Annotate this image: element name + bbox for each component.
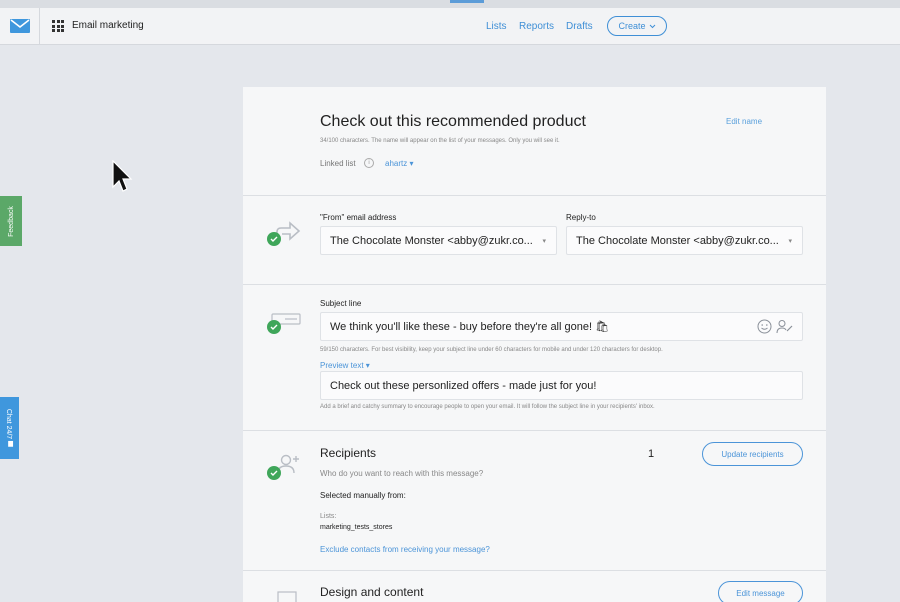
subject-hint: 59/150 characters. For best visibility, … <box>320 347 663 353</box>
chevron-down-icon <box>649 24 655 28</box>
reply-to-select[interactable]: The Chocolate Monster <abby@zukr.co... ▾ <box>566 226 803 255</box>
linked-list-label: Linked list <box>320 159 356 168</box>
subject-label: Subject line <box>320 299 362 308</box>
design-title: Design and content <box>320 585 424 599</box>
app-name: Email marketing <box>72 20 144 31</box>
emoji-icon[interactable] <box>757 319 772 334</box>
cursor-arrow-icon <box>112 160 133 192</box>
recipients-subtitle: Who do you want to reach with this messa… <box>320 469 484 478</box>
from-value: The Chocolate Monster <abby@zukr.co... <box>330 234 533 247</box>
list-name: marketing_tests_stores <box>320 524 393 531</box>
image-icon <box>277 591 297 602</box>
update-recipients-button[interactable]: Update recipients <box>702 442 803 466</box>
chevron-down-icon: ▾ <box>542 238 546 245</box>
subject-value: We think you'll like these - buy before … <box>330 321 610 333</box>
apps-grid-icon[interactable] <box>52 20 64 32</box>
nav-drafts[interactable]: Drafts <box>566 21 593 32</box>
name-hint: 34/100 characters. The name will appear … <box>320 138 560 144</box>
feedback-label: Feedback <box>7 205 15 237</box>
lists-label: Lists: <box>320 513 337 520</box>
personalize-icon[interactable] <box>776 319 794 334</box>
preview-text-input[interactable]: Check out these personlized offers - mad… <box>320 371 803 400</box>
nav-reports[interactable]: Reports <box>519 21 554 32</box>
envelope-logo-icon <box>9 19 30 33</box>
reply-to-label: Reply-to <box>566 213 596 222</box>
edit-name-link[interactable]: Edit name <box>726 117 762 126</box>
chat-bubble-icon <box>8 441 14 448</box>
selected-from-label: Selected manually from: <box>320 491 406 500</box>
preview-text-toggle[interactable]: Preview text ▾ <box>320 361 370 370</box>
nav-lists[interactable]: Lists <box>486 21 507 32</box>
chat-tab[interactable]: Chat 24/7 <box>0 397 19 459</box>
message-title: Check out this recommended product <box>320 113 586 130</box>
feedback-tab[interactable]: Feedback <box>0 196 22 246</box>
edit-message-button[interactable]: Edit message <box>718 581 803 602</box>
linked-list-dropdown[interactable]: ahartz ▾ <box>385 159 413 168</box>
chat-label: Chat 24/7 <box>6 409 14 448</box>
message-settings-card: Check out this recommended product Edit … <box>243 87 826 602</box>
recipients-count: 1 <box>648 448 655 460</box>
check-icon <box>267 232 281 246</box>
logo[interactable] <box>0 8 40 44</box>
design-section: Design and content Edit message <box>243 571 826 602</box>
preview-text-value: Check out these personlized offers - mad… <box>330 379 597 392</box>
recipients-title: Recipients <box>320 446 377 460</box>
subject-section: Subject line We think you'll like these … <box>243 285 826 431</box>
browser-tab-indicator <box>450 0 484 3</box>
create-button[interactable]: Create <box>607 16 667 36</box>
chevron-down-icon: ▾ <box>788 238 792 245</box>
info-icon[interactable]: i <box>364 158 374 168</box>
check-icon <box>267 466 281 480</box>
from-section: "From" email address The Chocolate Monst… <box>243 196 826 285</box>
from-select[interactable]: The Chocolate Monster <abby@zukr.co... ▾ <box>320 226 557 255</box>
app-header: Email marketing Lists Reports Drafts Cre… <box>0 8 900 45</box>
name-section: Check out this recommended product Edit … <box>243 87 826 196</box>
exclude-contacts-link[interactable]: Exclude contacts from receiving your mes… <box>320 545 490 554</box>
reply-to-value: The Chocolate Monster <abby@zukr.co... <box>576 234 779 247</box>
from-label: "From" email address <box>320 213 397 222</box>
check-icon <box>267 320 281 334</box>
subject-input[interactable]: We think you'll like these - buy before … <box>320 312 803 341</box>
browser-top-strip <box>0 0 900 8</box>
recipients-section: Recipients Who do you want to reach with… <box>243 431 826 571</box>
preview-hint: Add a brief and catchy summary to encour… <box>320 404 655 410</box>
create-label: Create <box>618 21 646 31</box>
